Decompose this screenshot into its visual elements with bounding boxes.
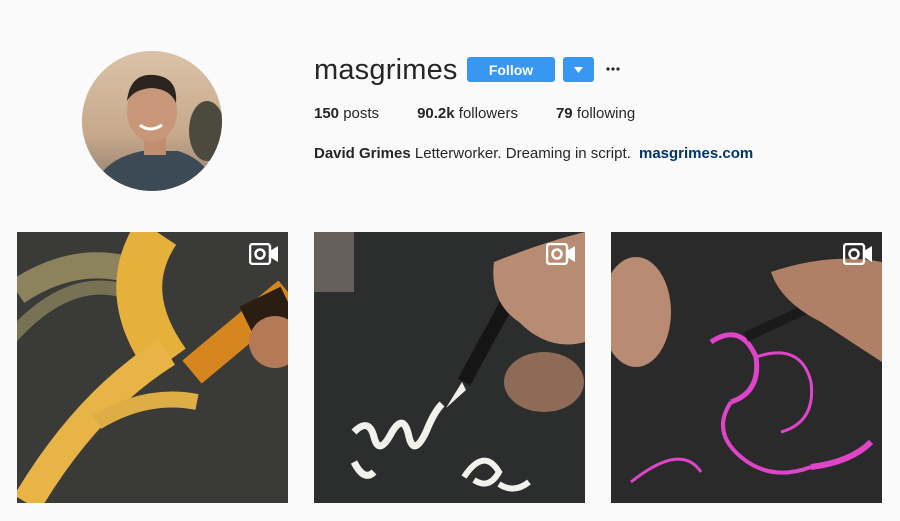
profile-avatar <box>82 51 222 191</box>
posts-count: 150 <box>314 105 340 122</box>
website-link[interactable]: masgrimes.com <box>639 145 753 162</box>
post-image <box>17 232 288 503</box>
following-label: following <box>576 105 636 122</box>
bio-text: Letterworker. Dreaming in script. <box>414 145 631 162</box>
followers-count: 90.2k <box>417 105 455 122</box>
follow-options-button[interactable] <box>563 57 594 82</box>
more-options-button[interactable] <box>604 58 622 80</box>
stat-posts: 150 posts <box>314 105 379 125</box>
following-count: 79 <box>555 105 573 122</box>
video-camera-icon <box>249 243 278 265</box>
followers-label: followers <box>458 105 518 122</box>
post-thumbnail[interactable] <box>314 232 585 503</box>
profile-stats: 150 posts 90.2k followers 79 following <box>314 105 673 125</box>
video-camera-icon <box>546 243 575 265</box>
post-thumbnail[interactable] <box>17 232 288 503</box>
post-image <box>611 232 882 503</box>
stat-following[interactable]: 79 following <box>556 105 635 125</box>
follow-button[interactable]: Follow <box>467 57 555 82</box>
profile-username: masgrimes <box>314 54 458 86</box>
posts-label: posts <box>343 105 380 122</box>
full-name: David Grimes <box>314 145 411 162</box>
post-thumbnail[interactable] <box>611 232 882 503</box>
post-image <box>314 232 585 503</box>
ellipsis-icon <box>606 67 620 71</box>
profile-bio: David Grimes Letterworker. Dreaming in s… <box>314 145 753 162</box>
stat-followers[interactable]: 90.2k followers <box>417 105 518 125</box>
caret-down-icon <box>574 66 583 73</box>
video-camera-icon <box>843 243 872 265</box>
